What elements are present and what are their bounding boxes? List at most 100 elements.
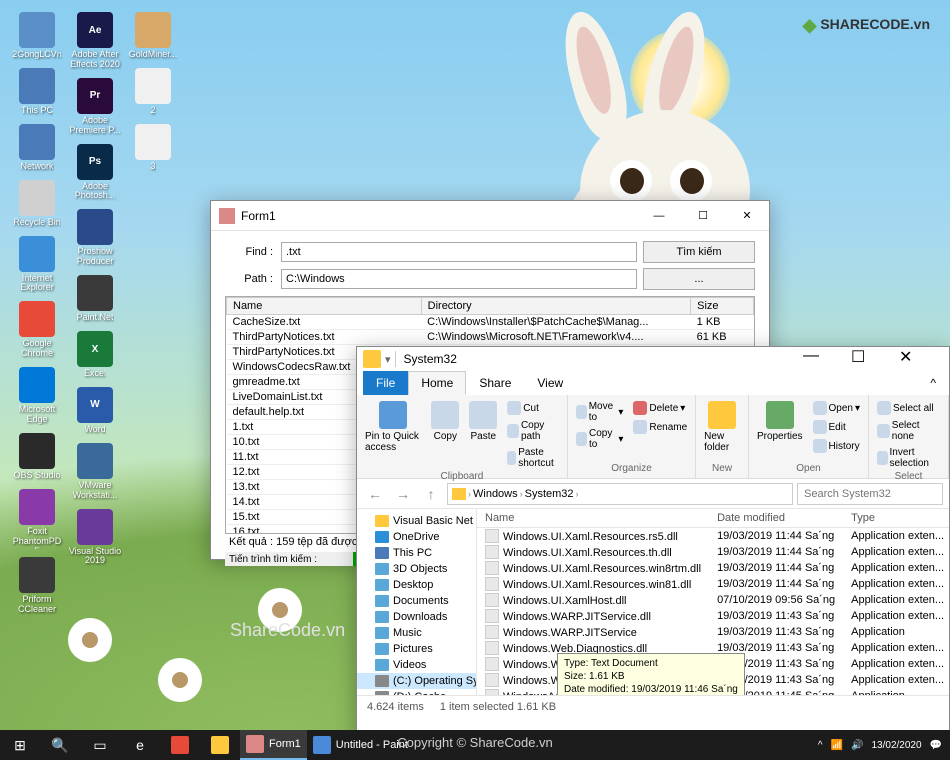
desktop-icon[interactable]: Google Chrome	[10, 301, 64, 359]
desktop-icon[interactable]: 2GongLCVn	[10, 12, 64, 60]
maximize-button[interactable]: ☐	[681, 201, 725, 231]
tree-node[interactable]: 3D Objects	[357, 561, 476, 577]
desktop-icon[interactable]: This PC	[10, 68, 64, 116]
taskbar-taskview[interactable]: ▭	[80, 730, 120, 760]
file-row[interactable]: Windows.UI.XamlHost.dll07/10/2019 09:56 …	[477, 592, 949, 608]
network-icon[interactable]: 📶	[831, 740, 843, 751]
column-header[interactable]: Name	[477, 509, 709, 528]
paste-button[interactable]: Paste	[467, 399, 499, 471]
open-button[interactable]: Open▾	[811, 399, 863, 417]
tree-node[interactable]: Documents	[357, 593, 476, 609]
qat-save-icon[interactable]: ▾	[385, 353, 391, 366]
file-row[interactable]: Windows.WARP.JITService19/03/2019 11:43 …	[477, 624, 949, 640]
selectall-button[interactable]: Select all	[875, 399, 942, 417]
tray-up-icon[interactable]: ^	[818, 740, 823, 751]
desktop-icon[interactable]: OBS Studio	[10, 433, 64, 481]
tree-node[interactable]: This PC	[357, 545, 476, 561]
invertsel-button[interactable]: Invert selection	[875, 445, 942, 471]
history-button[interactable]: History	[811, 437, 863, 455]
desktop-icon[interactable]: GoldMiner...	[126, 12, 180, 60]
desktop-icon[interactable]: WWord	[68, 387, 122, 435]
result-row[interactable]: ThirdPartyNotices.txtC:\Windows\Microsof…	[227, 330, 754, 345]
tab-file[interactable]: File	[363, 371, 408, 395]
taskbar-edge[interactable]: e	[120, 730, 160, 760]
tab-share[interactable]: Share	[466, 371, 524, 395]
tree-node[interactable]: Videos	[357, 657, 476, 673]
properties-button[interactable]: Properties	[755, 399, 805, 463]
form1-titlebar[interactable]: Form1 — ☐ ✕	[211, 201, 769, 231]
tab-view[interactable]: View	[524, 371, 576, 395]
desktop-icon[interactable]: 2	[126, 68, 180, 116]
column-header[interactable]: Date modified	[709, 509, 843, 528]
forward-button[interactable]: →	[391, 482, 415, 506]
file-row[interactable]: Windows.UI.Xaml.Resources.rs5.dll19/03/2…	[477, 528, 949, 545]
path-input[interactable]	[281, 269, 637, 289]
result-row[interactable]: CacheSize.txtC:\Windows\Installer\$Patch…	[227, 315, 754, 330]
search-input[interactable]	[797, 483, 943, 505]
desktop-icon[interactable]: Paint.Net	[68, 275, 122, 323]
desktop-icon[interactable]: Network	[10, 124, 64, 172]
desktop-icon[interactable]: Proshow Producer	[68, 209, 122, 267]
taskbar-search[interactable]: 🔍	[40, 730, 80, 760]
moveto-button[interactable]: Move to▾	[574, 399, 625, 425]
browse-button[interactable]: ...	[643, 268, 755, 290]
desktop-icon[interactable]: AeAdobe After Effects 2020	[68, 12, 122, 70]
pin-button[interactable]: Pin to Quick access	[363, 399, 423, 471]
column-header[interactable]: Name	[227, 298, 422, 315]
minimize-button[interactable]: —	[803, 347, 847, 371]
pasteshortcut-button[interactable]: Paste shortcut	[505, 445, 561, 471]
edit-button[interactable]: Edit	[811, 418, 863, 436]
tree-node[interactable]: (C:) Operating Sy	[357, 673, 476, 689]
file-row[interactable]: Windows.WARP.JITService.dll19/03/2019 11…	[477, 608, 949, 624]
taskbar-chrome[interactable]	[160, 730, 200, 760]
desktop-icon[interactable]: VMware Workstati...	[68, 443, 122, 501]
close-button[interactable]: ✕	[899, 347, 943, 371]
file-list[interactable]: NameDate modifiedTypeSizeWindows.UI.Xaml…	[477, 509, 949, 695]
crumb[interactable]: System32	[525, 488, 574, 500]
taskbar-explorer[interactable]	[200, 730, 240, 760]
back-button[interactable]: ←	[363, 482, 387, 506]
column-header[interactable]: Size	[691, 298, 754, 315]
desktop-icon[interactable]: Recycle Bin	[10, 180, 64, 228]
tree-node[interactable]: (D:) Cache	[357, 689, 476, 695]
desktop-icon[interactable]: Microsoft Edge	[10, 367, 64, 425]
find-input[interactable]	[281, 242, 637, 262]
desktop-icon[interactable]: PsAdobe Photosh...	[68, 144, 122, 202]
breadcrumb[interactable]: › Windows › System32 ›	[447, 483, 793, 505]
volume-icon[interactable]: 🔊	[851, 740, 863, 751]
copypath-button[interactable]: Copy path	[505, 418, 561, 444]
tree-node[interactable]: Music	[357, 625, 476, 641]
ribbon-collapse-icon[interactable]: ^	[917, 371, 949, 395]
desktop-icon[interactable]: XExcel	[68, 331, 122, 379]
tree-node[interactable]: Desktop	[357, 577, 476, 593]
file-row[interactable]: Windows.UI.Xaml.Resources.win81.dll19/03…	[477, 576, 949, 592]
minimize-button[interactable]: —	[637, 201, 681, 231]
desktop-icon[interactable]: Internet Explorer	[10, 236, 64, 294]
cut-button[interactable]: Cut	[505, 399, 561, 417]
tree-node[interactable]: OneDrive	[357, 529, 476, 545]
tree-node[interactable]: Downloads	[357, 609, 476, 625]
file-row[interactable]: Windows.UI.Xaml.Resources.th.dll19/03/20…	[477, 544, 949, 560]
newfolder-button[interactable]: New folder	[702, 399, 742, 463]
desktop-icon[interactable]: 3	[126, 124, 180, 172]
selectnone-button[interactable]: Select none	[875, 418, 942, 444]
desktop-icon[interactable]: PrAdobe Premiere P...	[68, 78, 122, 136]
search-button[interactable]: Tìm kiếm	[643, 241, 755, 263]
notifications-icon[interactable]: 💬	[930, 740, 942, 751]
file-row[interactable]: Windows.UI.Xaml.Resources.win8rtm.dll19/…	[477, 560, 949, 576]
nav-tree[interactable]: Visual Basic NetOneDriveThis PC3D Object…	[357, 509, 477, 695]
tab-home[interactable]: Home	[408, 371, 466, 395]
taskbar-start[interactable]: ⊞	[0, 730, 40, 760]
taskbar-paint[interactable]: Untitled - Paint	[307, 730, 414, 760]
maximize-button[interactable]: ☐	[851, 347, 895, 371]
desktop-icon[interactable]: Visual Studio 2019	[68, 509, 122, 567]
copyto-button[interactable]: Copy to▾	[574, 426, 625, 452]
tree-node[interactable]: Pictures	[357, 641, 476, 657]
rename-button[interactable]: Rename	[631, 418, 689, 436]
column-header[interactable]: Directory	[421, 298, 691, 315]
crumb[interactable]: Windows	[473, 488, 518, 500]
taskbar-form1[interactable]: Form1	[240, 730, 307, 760]
system-tray[interactable]: ^ 📶 🔊 13/02/2020 💬	[810, 740, 950, 751]
clock[interactable]: 13/02/2020	[871, 740, 921, 751]
tree-node[interactable]: Visual Basic Net	[357, 513, 476, 529]
